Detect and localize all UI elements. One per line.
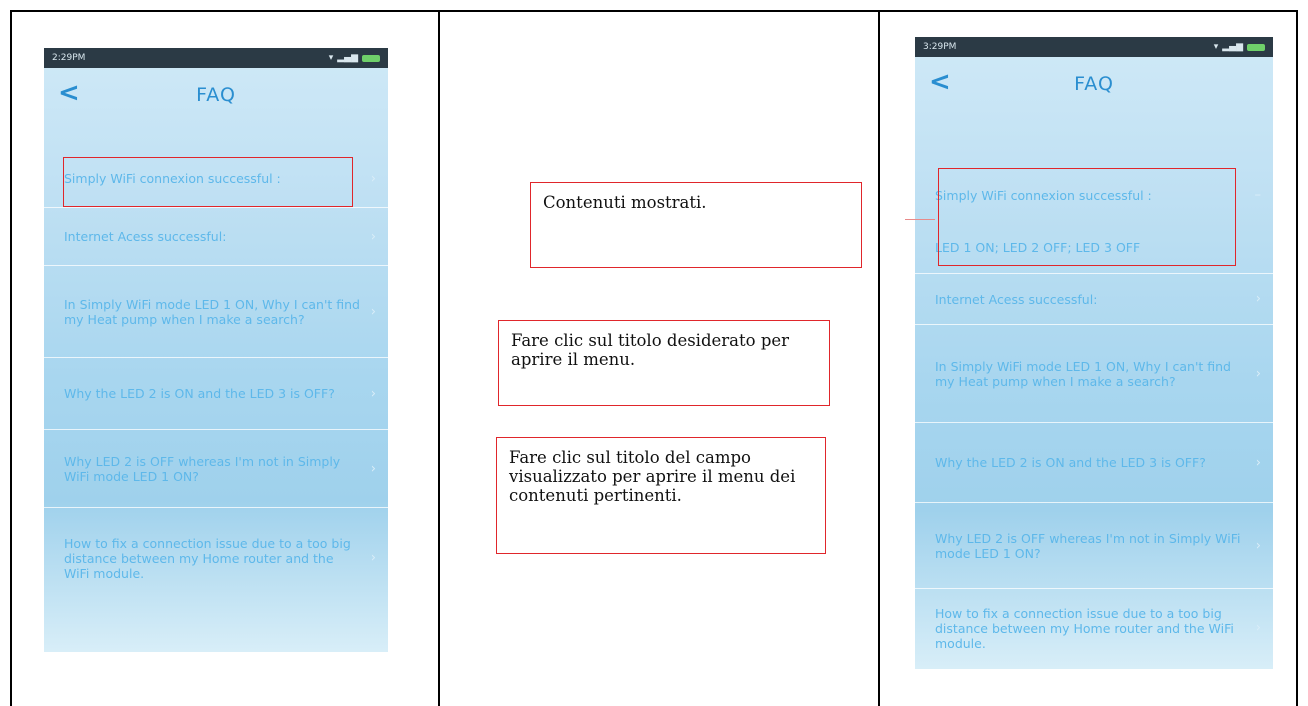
faq-item[interactable]: How to fix a connection issue due to a t… (44, 508, 388, 608)
callout-text: Fare clic sul titolo desiderato per apri… (511, 331, 790, 369)
faq-item-label: Why LED 2 is OFF whereas I'm not in Simp… (64, 453, 341, 484)
status-icons: ▾ ▂▄▆ (1214, 42, 1265, 52)
faq-item[interactable]: In Simply WiFi mode LED 1 ON, Why I can'… (44, 266, 388, 358)
chevron-right-icon: › (370, 229, 376, 244)
chevron-right-icon: › (370, 386, 376, 401)
chevron-right-icon: › (370, 550, 376, 566)
chevron-right-icon: › (1255, 538, 1261, 553)
faq-item[interactable]: Why the LED 2 is ON and the LED 3 is OFF… (44, 358, 388, 430)
faq-item-label: In Simply WiFi mode LED 1 ON, Why I can'… (935, 358, 1231, 389)
chevron-right-icon: › (370, 461, 376, 476)
faq-item-label: How to fix a connection issue due to a t… (935, 605, 1234, 651)
left-phone-screenshot: 2:29PM ▾ ▂▄▆ < FAQ Simply WiFi connexion… (44, 48, 388, 652)
wifi-icon: ▾ (328, 53, 334, 63)
page-title: FAQ (1074, 73, 1114, 95)
faq-item-label: How to fix a connection issue due to a t… (64, 535, 351, 581)
faq-list: Simply WiFi connexion successful : › Int… (44, 150, 388, 608)
status-bar: 3:29PM ▾ ▂▄▆ (915, 37, 1273, 57)
column-divider-1 (438, 10, 440, 706)
chevron-right-icon: › (1255, 455, 1261, 470)
faq-item-label: Why the LED 2 is ON and the LED 3 is OFF… (64, 386, 335, 401)
chevron-right-icon: › (1255, 291, 1261, 307)
faq-item[interactable]: Internet Acess successful: › (915, 273, 1273, 325)
faq-item[interactable]: Why LED 2 is OFF whereas I'm not in Simp… (44, 430, 388, 508)
battery-icon (362, 54, 380, 62)
faq-item-label: Why the LED 2 is ON and the LED 3 is OFF… (935, 455, 1206, 470)
app-header: < FAQ (915, 57, 1273, 109)
signal-icon: ▂▄▆ (1222, 42, 1243, 52)
callout-box: Fare clic sul titolo del campo visualizz… (496, 437, 826, 554)
callout-box: Contenuti mostrati. (530, 182, 862, 268)
battery-icon (1247, 43, 1265, 51)
faq-item-label: In Simply WiFi mode LED 1 ON, Why I can'… (64, 296, 360, 327)
highlight-box (938, 168, 1236, 266)
faq-item[interactable]: Why the LED 2 is ON and the LED 3 is OFF… (915, 423, 1273, 503)
chevron-down-icon: – (1254, 187, 1262, 203)
faq-item[interactable]: Internet Acess successful: › (44, 208, 388, 266)
status-time: 3:29PM (923, 42, 957, 52)
callout-box: Fare clic sul titolo desiderato per apri… (498, 320, 830, 406)
status-bar: 2:29PM ▾ ▂▄▆ (44, 48, 388, 68)
status-time: 2:29PM (52, 53, 86, 63)
faq-item-label: Internet Acess successful: (935, 291, 1098, 307)
callout-text: Contenuti mostrati. (543, 193, 707, 212)
faq-item[interactable]: In Simply WiFi mode LED 1 ON, Why I can'… (915, 325, 1273, 423)
chevron-right-icon: › (1255, 620, 1261, 636)
faq-item-label: Why LED 2 is OFF whereas I'm not in Simp… (935, 530, 1241, 561)
chevron-right-icon: › (370, 171, 376, 186)
signal-icon: ▂▄▆ (337, 53, 358, 63)
right-phone-screenshot: 3:29PM ▾ ▂▄▆ < FAQ Simply WiFi connexion… (915, 37, 1273, 669)
faq-item-label: Internet Acess successful: (64, 229, 227, 244)
chevron-right-icon: › (370, 304, 376, 319)
faq-item[interactable]: How to fix a connection issue due to a t… (915, 589, 1273, 667)
highlight-box (63, 157, 353, 207)
status-icons: ▾ ▂▄▆ (329, 53, 380, 63)
chevron-right-icon: › (1255, 366, 1261, 381)
app-header: < FAQ (44, 68, 388, 120)
wifi-icon: ▾ (1213, 42, 1219, 52)
faq-item[interactable]: Why LED 2 is OFF whereas I'm not in Simp… (915, 503, 1273, 589)
column-divider-2 (878, 10, 880, 706)
page-title: FAQ (196, 84, 236, 106)
callout-text: Fare clic sul titolo del campo visualizz… (509, 448, 796, 505)
pointer-line (905, 219, 935, 220)
